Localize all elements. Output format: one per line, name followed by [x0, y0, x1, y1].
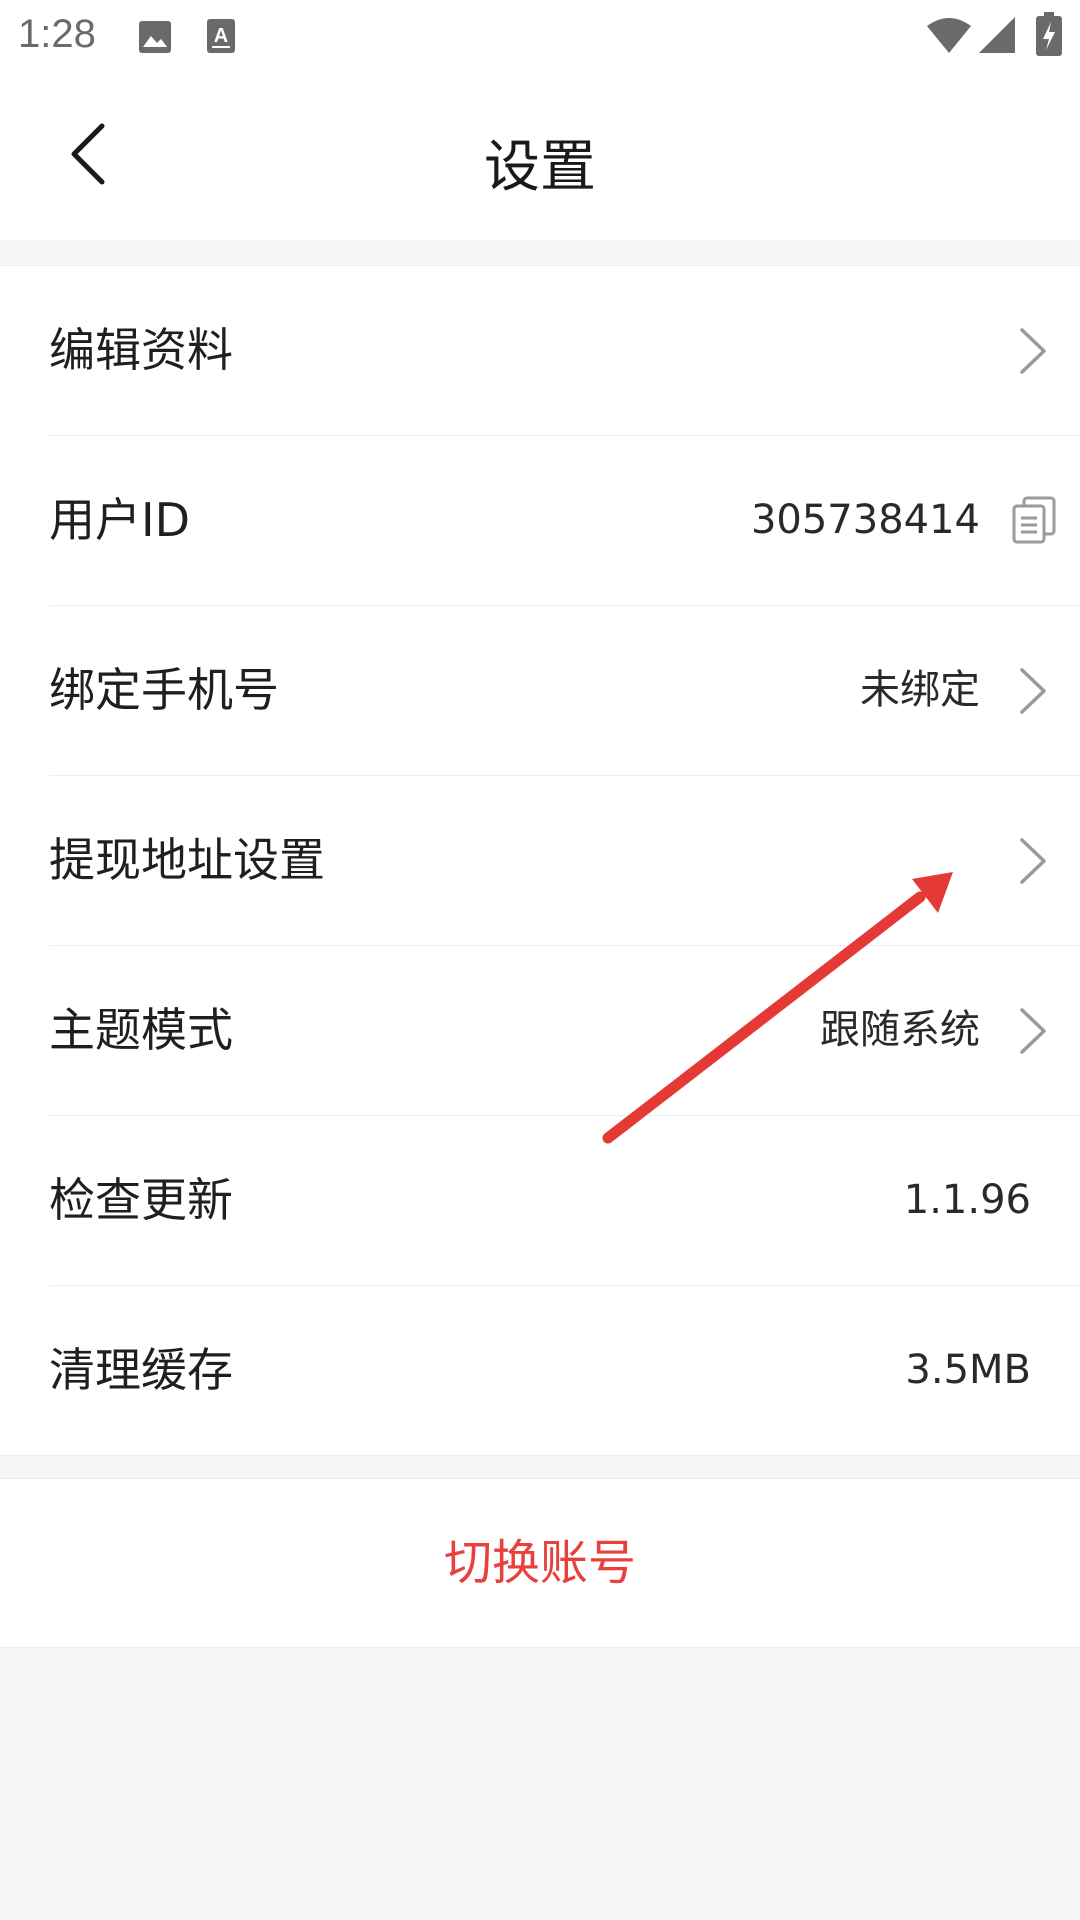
status-time: 1:28 — [18, 12, 96, 56]
row-label: 编辑资料 — [49, 323, 233, 377]
wifi-icon — [927, 18, 971, 53]
chevron-right-icon — [1020, 838, 1046, 884]
row-label: 清理缓存 — [49, 1343, 233, 1397]
chevron-right-icon — [1020, 328, 1046, 374]
header: 设置 — [0, 74, 1080, 240]
signal-icon — [979, 17, 1015, 53]
settings-list: 编辑资料 用户ID 305738414 绑定手机号 未绑定 提现地址设置 主题模… — [0, 265, 1080, 1456]
chevron-right-icon — [1020, 1008, 1046, 1054]
switch-account-label: 切换账号 — [443, 1535, 636, 1591]
row-label: 主题模式 — [49, 1003, 233, 1057]
settings-row-check-update[interactable]: 检查更新 1.1.96 — [49, 1116, 1080, 1286]
row-label: 提现地址设置 — [49, 833, 325, 887]
status-bar: 1:28 A — [0, 0, 1080, 74]
settings-row-bind-phone[interactable]: 绑定手机号 未绑定 — [49, 606, 1080, 776]
settings-screen: 1:28 A 设置 编辑资料 用户ID 305738414 绑定手机号 未绑定 … — [0, 0, 1080, 1920]
battery-charging-icon — [1036, 12, 1062, 56]
settings-row-theme-mode[interactable]: 主题模式 跟随系统 — [49, 946, 1080, 1116]
version-value: 1.1.96 — [903, 1177, 1031, 1223]
user-id-value: 305738414 — [750, 497, 980, 543]
row-label: 检查更新 — [49, 1173, 233, 1227]
row-label: 用户ID — [49, 493, 190, 547]
image-icon — [139, 21, 171, 53]
settings-row-withdraw-address[interactable]: 提现地址设置 — [49, 776, 1080, 946]
a-notification-icon: A — [207, 19, 235, 53]
settings-row-edit-profile[interactable]: 编辑资料 — [49, 266, 1080, 436]
bind-phone-value: 未绑定 — [860, 667, 980, 713]
settings-row-user-id: 用户ID 305738414 — [49, 436, 1080, 606]
chevron-right-icon — [1020, 668, 1046, 714]
switch-account-button[interactable]: 切换账号 — [0, 1478, 1080, 1648]
copy-icon[interactable] — [1012, 496, 1056, 544]
svg-text:A: A — [214, 25, 228, 47]
cache-size-value: 3.5MB — [905, 1347, 1031, 1393]
page-title: 设置 — [484, 135, 596, 200]
row-label: 绑定手机号 — [49, 663, 279, 717]
settings-row-clear-cache[interactable]: 清理缓存 3.5MB — [49, 1286, 1080, 1455]
theme-mode-value: 跟随系统 — [820, 1007, 980, 1053]
